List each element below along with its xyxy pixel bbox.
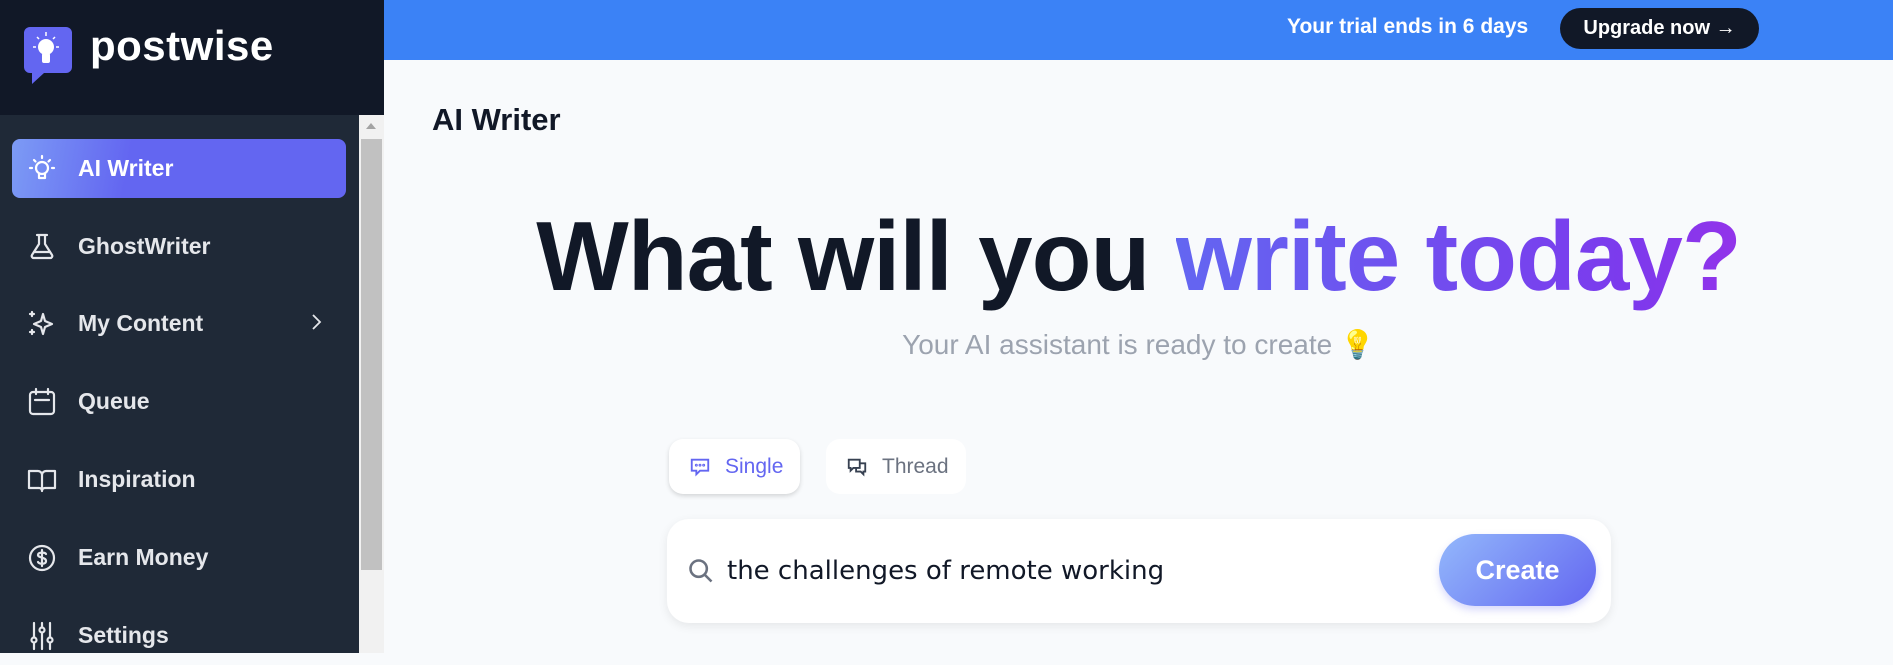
- tab-thread-label: Thread: [882, 454, 949, 478]
- page-title: AI Writer: [432, 102, 561, 137]
- scroll-up-arrow-icon[interactable]: [366, 123, 376, 129]
- sidebar-item-label: My Content: [78, 310, 204, 336]
- tab-thread[interactable]: Thread: [826, 439, 966, 494]
- sidebar-item-earn-money[interactable]: Earn Money: [12, 528, 346, 587]
- headline-highlight: write today?: [1175, 201, 1742, 311]
- sidebar-header: postwise: [0, 0, 384, 115]
- sliders-icon: [30, 621, 54, 650]
- tab-single-label: Single: [725, 454, 784, 478]
- search-icon: [689, 559, 713, 583]
- dollar-circle-icon: [28, 544, 56, 571]
- brand-name: postwise: [90, 22, 274, 69]
- sidebar-item-label: Inspiration: [78, 466, 196, 492]
- topic-search-box: Create: [667, 519, 1611, 623]
- sparkles-icon: [28, 310, 54, 335]
- chat-bubble-icon: [690, 458, 710, 477]
- sidebar-item-my-content[interactable]: My Content: [12, 294, 346, 353]
- chevron-right-icon[interactable]: [304, 310, 328, 334]
- tab-single[interactable]: Single: [669, 439, 800, 494]
- headline: What will you write today?: [384, 200, 1893, 313]
- upgrade-button[interactable]: Upgrade now →: [1560, 8, 1759, 49]
- book-open-icon: [27, 469, 57, 492]
- sidebar-item-ghostwriter[interactable]: GhostWriter: [12, 217, 346, 276]
- chat-bubbles-icon: [847, 458, 867, 477]
- sidebar-item-label: AI Writer: [78, 155, 174, 181]
- scrollbar-thumb[interactable]: [361, 139, 382, 570]
- sidebar-item-label: Settings: [78, 622, 169, 648]
- lightbulb-icon: [28, 154, 56, 179]
- lightbulb-emoji-icon: 💡: [1340, 329, 1375, 360]
- trial-banner: Your trial ends in 6 days Upgrade now →: [384, 0, 1893, 60]
- subtitle: Your AI assistant is ready to create 💡: [384, 328, 1893, 361]
- calendar-icon: [28, 387, 56, 415]
- topic-input[interactable]: [727, 549, 1427, 593]
- flask-icon: [30, 233, 54, 259]
- sidebar-item-label: Queue: [78, 388, 150, 414]
- sidebar-item-settings[interactable]: Settings: [12, 606, 346, 665]
- sidebar-item-queue[interactable]: Queue: [12, 372, 346, 431]
- headline-start: What will you: [536, 201, 1176, 311]
- trial-text: Your trial ends in 6 days: [1287, 15, 1529, 38]
- postwise-logo-icon: [24, 27, 72, 84]
- subtitle-text: Your AI assistant is ready to create: [902, 329, 1333, 360]
- sidebar-item-label: GhostWriter: [78, 233, 211, 259]
- sidebar-scrollbar[interactable]: [359, 115, 384, 653]
- sidebar-item-label: Earn Money: [78, 544, 209, 570]
- sidebar-item-inspiration[interactable]: Inspiration: [12, 450, 346, 509]
- sidebar-item-ai-writer[interactable]: AI Writer: [12, 139, 346, 198]
- create-button[interactable]: Create: [1439, 534, 1596, 606]
